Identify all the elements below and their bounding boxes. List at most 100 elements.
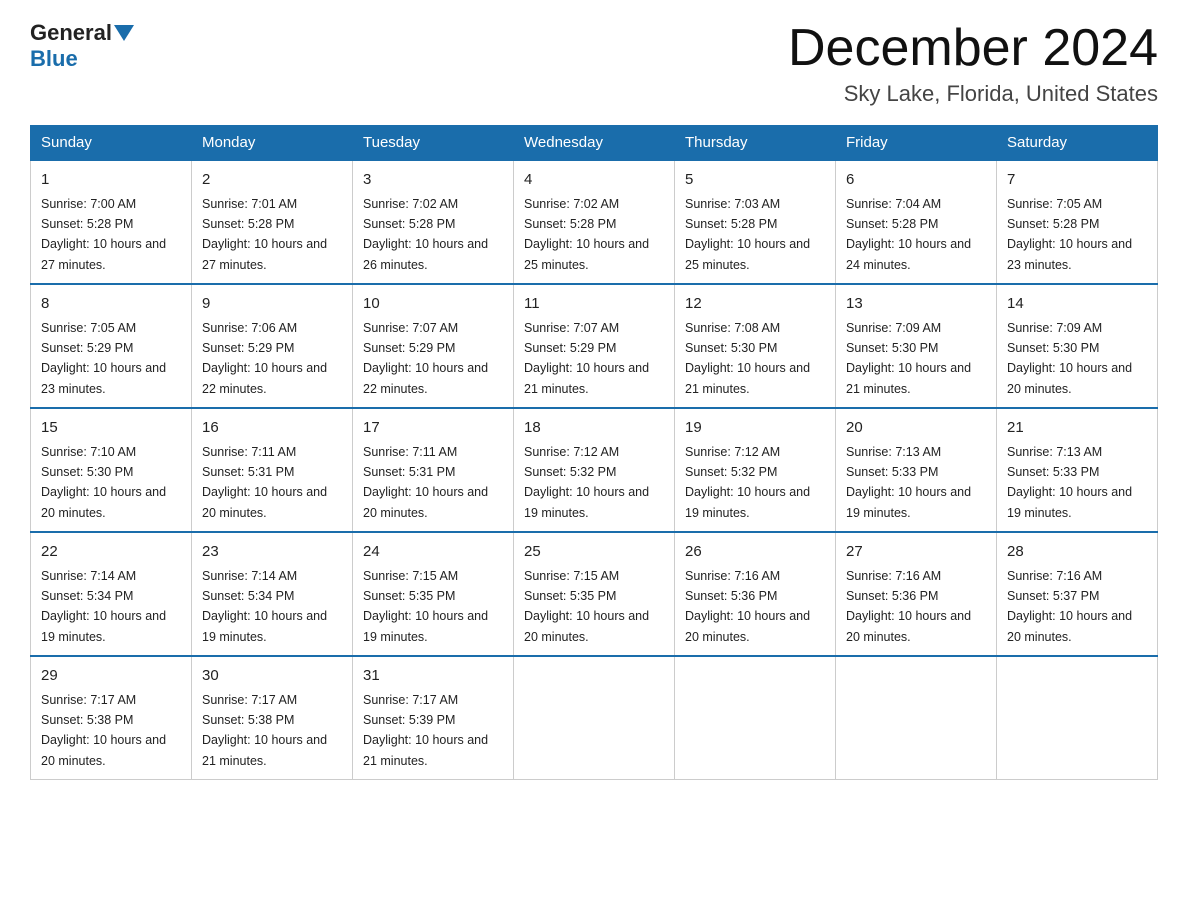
calendar-cell: 4 Sunrise: 7:02 AMSunset: 5:28 PMDayligh…	[514, 160, 675, 284]
calendar-cell: 5 Sunrise: 7:03 AMSunset: 5:28 PMDayligh…	[675, 160, 836, 284]
calendar-cell	[997, 656, 1158, 780]
day-number: 9	[202, 293, 342, 316]
day-number: 20	[846, 417, 986, 440]
day-number: 24	[363, 541, 503, 564]
calendar-week-row: 29 Sunrise: 7:17 AMSunset: 5:38 PMDaylig…	[31, 656, 1158, 780]
day-info: Sunrise: 7:14 AMSunset: 5:34 PMDaylight:…	[41, 569, 166, 644]
calendar-cell: 23 Sunrise: 7:14 AMSunset: 5:34 PMDaylig…	[192, 532, 353, 656]
day-info: Sunrise: 7:16 AMSunset: 5:36 PMDaylight:…	[846, 569, 971, 644]
day-number: 26	[685, 541, 825, 564]
col-header-wednesday: Wednesday	[514, 126, 675, 161]
col-header-monday: Monday	[192, 126, 353, 161]
calendar-cell: 15 Sunrise: 7:10 AMSunset: 5:30 PMDaylig…	[31, 408, 192, 532]
calendar-cell: 9 Sunrise: 7:06 AMSunset: 5:29 PMDayligh…	[192, 284, 353, 408]
day-number: 28	[1007, 541, 1147, 564]
calendar-cell: 3 Sunrise: 7:02 AMSunset: 5:28 PMDayligh…	[353, 160, 514, 284]
day-info: Sunrise: 7:11 AMSunset: 5:31 PMDaylight:…	[363, 445, 488, 520]
day-number: 13	[846, 293, 986, 316]
day-number: 19	[685, 417, 825, 440]
day-number: 12	[685, 293, 825, 316]
day-number: 22	[41, 541, 181, 564]
day-info: Sunrise: 7:05 AMSunset: 5:29 PMDaylight:…	[41, 321, 166, 396]
col-header-sunday: Sunday	[31, 126, 192, 161]
day-number: 6	[846, 169, 986, 192]
calendar-cell: 18 Sunrise: 7:12 AMSunset: 5:32 PMDaylig…	[514, 408, 675, 532]
calendar-cell: 2 Sunrise: 7:01 AMSunset: 5:28 PMDayligh…	[192, 160, 353, 284]
calendar-cell: 6 Sunrise: 7:04 AMSunset: 5:28 PMDayligh…	[836, 160, 997, 284]
day-info: Sunrise: 7:03 AMSunset: 5:28 PMDaylight:…	[685, 197, 810, 272]
calendar-cell: 7 Sunrise: 7:05 AMSunset: 5:28 PMDayligh…	[997, 160, 1158, 284]
logo: General Blue	[30, 20, 136, 72]
day-info: Sunrise: 7:09 AMSunset: 5:30 PMDaylight:…	[846, 321, 971, 396]
day-info: Sunrise: 7:16 AMSunset: 5:36 PMDaylight:…	[685, 569, 810, 644]
calendar-cell	[514, 656, 675, 780]
day-info: Sunrise: 7:13 AMSunset: 5:33 PMDaylight:…	[1007, 445, 1132, 520]
col-header-thursday: Thursday	[675, 126, 836, 161]
calendar-cell: 27 Sunrise: 7:16 AMSunset: 5:36 PMDaylig…	[836, 532, 997, 656]
day-number: 23	[202, 541, 342, 564]
col-header-saturday: Saturday	[997, 126, 1158, 161]
day-info: Sunrise: 7:09 AMSunset: 5:30 PMDaylight:…	[1007, 321, 1132, 396]
day-number: 8	[41, 293, 181, 316]
calendar-cell: 14 Sunrise: 7:09 AMSunset: 5:30 PMDaylig…	[997, 284, 1158, 408]
calendar-week-row: 15 Sunrise: 7:10 AMSunset: 5:30 PMDaylig…	[31, 408, 1158, 532]
day-number: 29	[41, 665, 181, 688]
day-info: Sunrise: 7:12 AMSunset: 5:32 PMDaylight:…	[524, 445, 649, 520]
calendar-cell: 25 Sunrise: 7:15 AMSunset: 5:35 PMDaylig…	[514, 532, 675, 656]
logo-general-text: General	[30, 20, 112, 46]
day-number: 4	[524, 169, 664, 192]
calendar-cell: 21 Sunrise: 7:13 AMSunset: 5:33 PMDaylig…	[997, 408, 1158, 532]
calendar-cell: 1 Sunrise: 7:00 AMSunset: 5:28 PMDayligh…	[31, 160, 192, 284]
day-info: Sunrise: 7:04 AMSunset: 5:28 PMDaylight:…	[846, 197, 971, 272]
day-info: Sunrise: 7:16 AMSunset: 5:37 PMDaylight:…	[1007, 569, 1132, 644]
day-number: 30	[202, 665, 342, 688]
day-number: 15	[41, 417, 181, 440]
day-number: 11	[524, 293, 664, 316]
calendar-cell: 20 Sunrise: 7:13 AMSunset: 5:33 PMDaylig…	[836, 408, 997, 532]
day-info: Sunrise: 7:12 AMSunset: 5:32 PMDaylight:…	[685, 445, 810, 520]
calendar-cell	[836, 656, 997, 780]
day-info: Sunrise: 7:06 AMSunset: 5:29 PMDaylight:…	[202, 321, 327, 396]
col-header-tuesday: Tuesday	[353, 126, 514, 161]
day-number: 5	[685, 169, 825, 192]
calendar-cell: 17 Sunrise: 7:11 AMSunset: 5:31 PMDaylig…	[353, 408, 514, 532]
calendar-week-row: 22 Sunrise: 7:14 AMSunset: 5:34 PMDaylig…	[31, 532, 1158, 656]
day-number: 18	[524, 417, 664, 440]
calendar-cell: 8 Sunrise: 7:05 AMSunset: 5:29 PMDayligh…	[31, 284, 192, 408]
day-number: 14	[1007, 293, 1147, 316]
day-info: Sunrise: 7:15 AMSunset: 5:35 PMDaylight:…	[363, 569, 488, 644]
calendar-cell	[675, 656, 836, 780]
day-number: 10	[363, 293, 503, 316]
calendar-cell: 31 Sunrise: 7:17 AMSunset: 5:39 PMDaylig…	[353, 656, 514, 780]
logo-arrow-icon	[114, 25, 134, 41]
day-number: 3	[363, 169, 503, 192]
calendar-week-row: 8 Sunrise: 7:05 AMSunset: 5:29 PMDayligh…	[31, 284, 1158, 408]
calendar-cell: 29 Sunrise: 7:17 AMSunset: 5:38 PMDaylig…	[31, 656, 192, 780]
day-info: Sunrise: 7:13 AMSunset: 5:33 PMDaylight:…	[846, 445, 971, 520]
day-info: Sunrise: 7:07 AMSunset: 5:29 PMDaylight:…	[363, 321, 488, 396]
day-number: 21	[1007, 417, 1147, 440]
calendar-table: SundayMondayTuesdayWednesdayThursdayFrid…	[30, 125, 1158, 780]
day-number: 17	[363, 417, 503, 440]
day-number: 25	[524, 541, 664, 564]
day-number: 7	[1007, 169, 1147, 192]
day-info: Sunrise: 7:17 AMSunset: 5:38 PMDaylight:…	[41, 693, 166, 768]
day-info: Sunrise: 7:07 AMSunset: 5:29 PMDaylight:…	[524, 321, 649, 396]
calendar-cell: 12 Sunrise: 7:08 AMSunset: 5:30 PMDaylig…	[675, 284, 836, 408]
calendar-cell: 19 Sunrise: 7:12 AMSunset: 5:32 PMDaylig…	[675, 408, 836, 532]
day-number: 1	[41, 169, 181, 192]
day-info: Sunrise: 7:08 AMSunset: 5:30 PMDaylight:…	[685, 321, 810, 396]
day-info: Sunrise: 7:14 AMSunset: 5:34 PMDaylight:…	[202, 569, 327, 644]
day-number: 16	[202, 417, 342, 440]
calendar-week-row: 1 Sunrise: 7:00 AMSunset: 5:28 PMDayligh…	[31, 160, 1158, 284]
day-info: Sunrise: 7:01 AMSunset: 5:28 PMDaylight:…	[202, 197, 327, 272]
calendar-cell: 22 Sunrise: 7:14 AMSunset: 5:34 PMDaylig…	[31, 532, 192, 656]
day-info: Sunrise: 7:15 AMSunset: 5:35 PMDaylight:…	[524, 569, 649, 644]
day-number: 27	[846, 541, 986, 564]
calendar-header-row: SundayMondayTuesdayWednesdayThursdayFrid…	[31, 126, 1158, 161]
day-info: Sunrise: 7:10 AMSunset: 5:30 PMDaylight:…	[41, 445, 166, 520]
day-number: 2	[202, 169, 342, 192]
month-title: December 2024	[788, 20, 1158, 77]
location-subtitle: Sky Lake, Florida, United States	[788, 81, 1158, 107]
calendar-cell: 16 Sunrise: 7:11 AMSunset: 5:31 PMDaylig…	[192, 408, 353, 532]
